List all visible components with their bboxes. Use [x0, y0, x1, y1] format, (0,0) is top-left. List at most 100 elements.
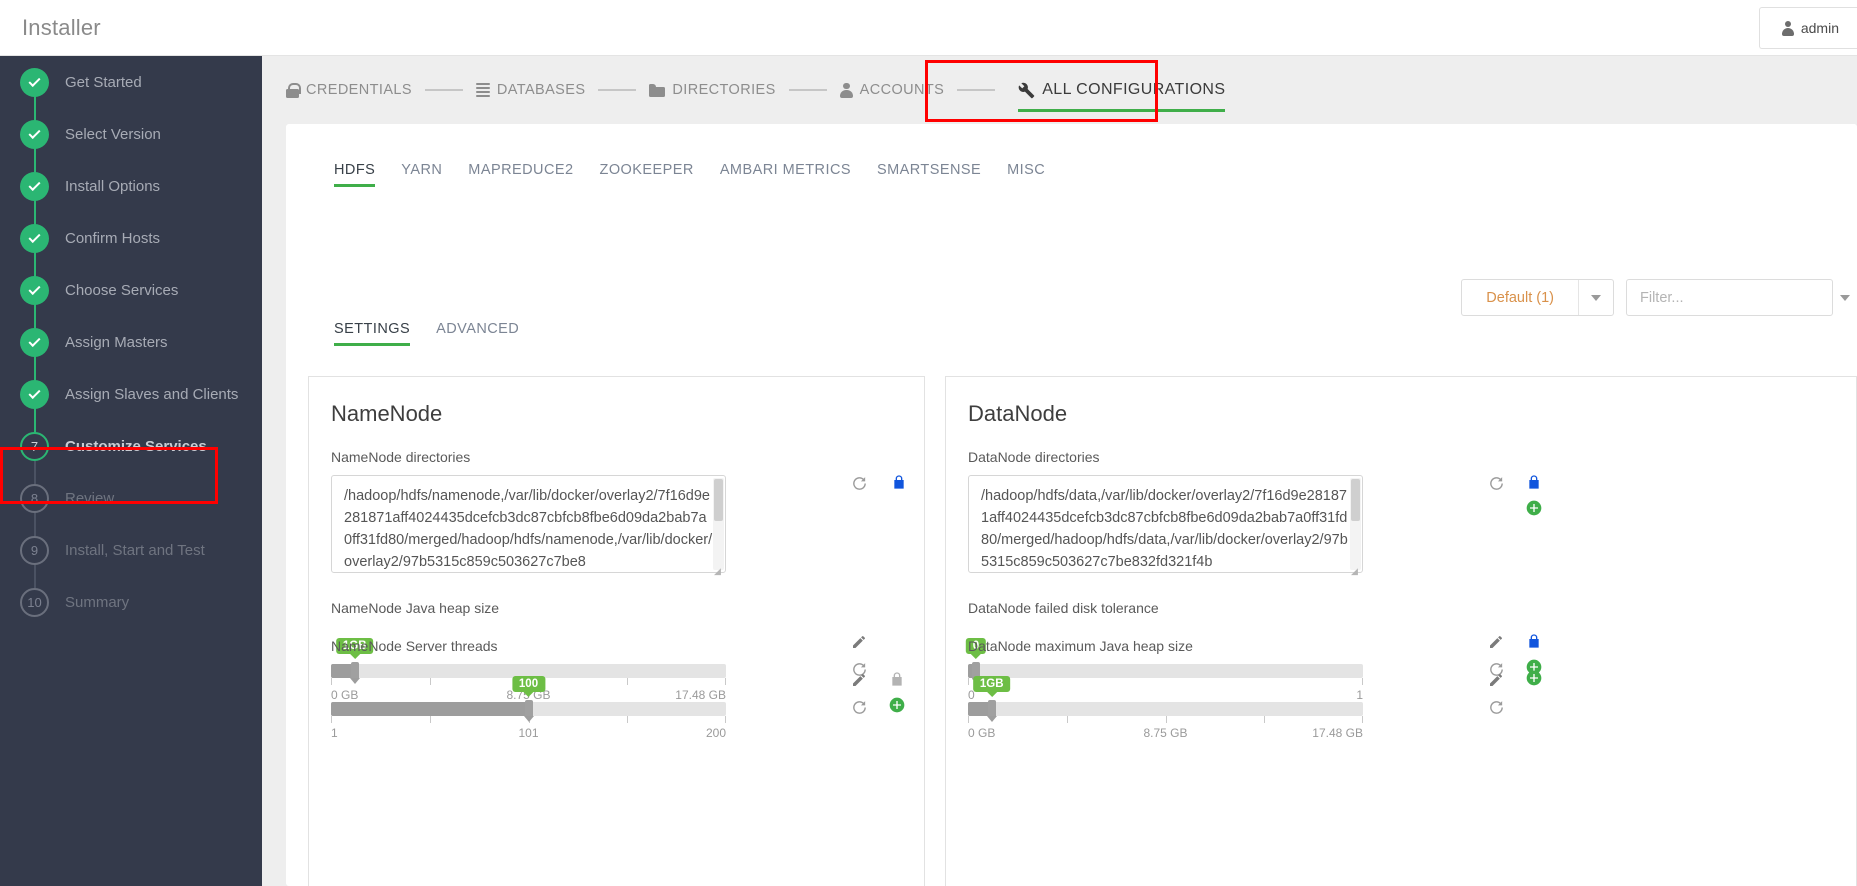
service-tab-hdfs[interactable]: HDFS [334, 162, 376, 187]
sidebar-item-get-started[interactable]: Get Started [0, 56, 262, 122]
slider-track[interactable] [968, 662, 1363, 680]
nav-separator [598, 89, 637, 91]
namenode-directories-textarea[interactable] [331, 475, 726, 573]
filter-input[interactable] [1627, 280, 1840, 315]
property-namenode-threads: NameNode Server threads 100 1 101 200 [331, 638, 924, 740]
lock-icon [286, 82, 301, 98]
sidebar-item-install-start-and-test[interactable]: 9 Install, Start and Test [0, 524, 262, 590]
sidebar-item-label: Summary [65, 593, 130, 611]
sidebar-item-choose-services[interactable]: Choose Services [0, 264, 262, 330]
step-connector [34, 564, 36, 590]
sidebar-item-label: Assign Masters [65, 333, 168, 351]
nav-item-databases[interactable]: DATABASES [475, 82, 585, 98]
slider-max-label: 1 [1356, 688, 1363, 702]
refresh-icon[interactable] [1488, 699, 1506, 717]
property-datanode-max-heap: DataNode maximum Java heap size 1GB 0 GB… [968, 638, 1856, 740]
sidebar-item-label: Select Version [65, 125, 161, 143]
page-title: Installer [22, 14, 101, 40]
property-label: NameNode Java heap size [331, 600, 500, 616]
nav-item-directories[interactable]: DIRECTORIES [649, 82, 775, 98]
property-label: DataNode directories [968, 449, 1100, 465]
plus-circle-icon[interactable] [1526, 670, 1544, 688]
textarea-scrollbar[interactable] [1350, 478, 1361, 570]
refresh-icon[interactable] [851, 475, 869, 493]
nav-separator [957, 89, 996, 91]
pencil-icon[interactable] [1488, 672, 1506, 690]
property-label: NameNode directories [331, 449, 471, 465]
nav-item-credentials[interactable]: CREDENTIALS [286, 82, 412, 98]
property-label: DataNode failed disk tolerance [968, 600, 1159, 616]
slider-track[interactable] [968, 700, 1363, 718]
slider-min-label: 0 GB [331, 688, 359, 702]
chevron-down-icon[interactable] [1840, 280, 1850, 315]
resize-grip-icon[interactable]: ◢ [1351, 567, 1360, 576]
service-tab-misc[interactable]: MISC [1007, 162, 1045, 187]
user-name-label: admin [1800, 20, 1839, 36]
plus-circle-icon[interactable] [1526, 500, 1544, 518]
filter-control[interactable] [1626, 279, 1850, 316]
nav-item-all-configurations-label: ALL CONFIGURATIONS [1042, 81, 1226, 98]
slider-min-label: 1 [331, 726, 338, 740]
nav-item-accounts[interactable]: ACCOUNTS [839, 82, 945, 98]
slider-value-badge: 1GB [972, 676, 1011, 697]
check-icon [28, 74, 41, 87]
sidebar-item-review[interactable]: 8 Review [0, 472, 262, 538]
refresh-icon[interactable] [851, 699, 869, 717]
property-actions [851, 672, 869, 717]
tab-settings[interactable]: SETTINGS [334, 321, 411, 346]
slider-track[interactable] [331, 700, 726, 718]
step-number-badge: 9 [20, 535, 49, 565]
sidebar-item-select-version[interactable]: Select Version [0, 108, 262, 174]
wizard-sidebar: Get Started Select Version Install Options… [0, 56, 262, 886]
lock-icon[interactable] [891, 473, 909, 491]
refresh-icon[interactable] [1488, 475, 1506, 493]
property-lock-action [1526, 473, 1544, 518]
tab-advanced[interactable]: ADVANCED [436, 321, 519, 346]
lock-icon[interactable] [889, 670, 907, 688]
sidebar-item-label: Customize Services [65, 437, 207, 455]
property-namenode-directories: NameNode directories ◢ [331, 449, 924, 578]
check-icon [28, 230, 41, 243]
check-icon [20, 171, 49, 201]
property-actions [851, 475, 869, 493]
step-number-badge: 7 [20, 431, 49, 461]
textarea-wrapper: ◢ [968, 475, 1363, 578]
lock-icon[interactable] [1526, 473, 1544, 491]
sidebar-item-assign-slaves-and-clients[interactable]: Assign Slaves and Clients [0, 368, 262, 434]
service-tab-mapreduce2[interactable]: MAPREDUCE2 [468, 162, 573, 187]
nav-item-all-configurations[interactable]: ALL CONFIGURATIONS [1018, 81, 1226, 112]
resize-grip-icon[interactable]: ◢ [714, 567, 723, 576]
sidebar-item-label: Get Started [65, 73, 142, 91]
user-menu[interactable]: admin [1758, 7, 1857, 49]
sidebar-item-confirm-hosts[interactable]: Confirm Hosts [0, 212, 262, 278]
sidebar-item-label: Review [65, 489, 115, 507]
pencil-icon[interactable] [851, 672, 869, 690]
textarea-scrollbar[interactable] [713, 478, 724, 570]
slider-mid-label: 101 [518, 726, 539, 740]
config-group-dropdown-label: Default (1) [1486, 289, 1554, 306]
sidebar-item-install-options[interactable]: Install Options [0, 160, 262, 226]
slider-min-label: 0 GB [968, 726, 996, 740]
textarea-wrapper: ◢ [331, 475, 726, 578]
sidebar-item-assign-masters[interactable]: Assign Masters [0, 316, 262, 382]
config-group-dropdown[interactable]: Default (1) [1461, 279, 1614, 316]
check-icon [28, 178, 41, 191]
service-tab-smartsense[interactable]: SMARTSENSE [877, 162, 981, 187]
nav-item-accounts-label: ACCOUNTS [859, 82, 945, 98]
sidebar-item-summary[interactable]: 10 Summary [0, 576, 262, 628]
step-number-badge: 8 [20, 483, 49, 513]
service-tab-yarn[interactable]: YARN [401, 162, 442, 187]
property-lock-action [891, 473, 909, 491]
service-tab-ambari-metrics[interactable]: AMBARI METRICS [720, 162, 851, 187]
step-connector [34, 460, 36, 486]
sidebar-item-customize-services[interactable]: 7 Customize Services [0, 420, 262, 486]
plus-circle-icon[interactable] [889, 697, 907, 715]
step-connector [34, 148, 36, 174]
property-actions [1488, 475, 1506, 493]
chevron-down-icon[interactable] [1578, 280, 1613, 315]
datanode-directories-textarea[interactable] [968, 475, 1363, 573]
check-icon [28, 386, 41, 399]
service-tab-zookeeper[interactable]: ZOOKEEPER [600, 162, 694, 187]
property-plus-action [1526, 670, 1544, 688]
slider-max-label: 200 [705, 726, 726, 740]
